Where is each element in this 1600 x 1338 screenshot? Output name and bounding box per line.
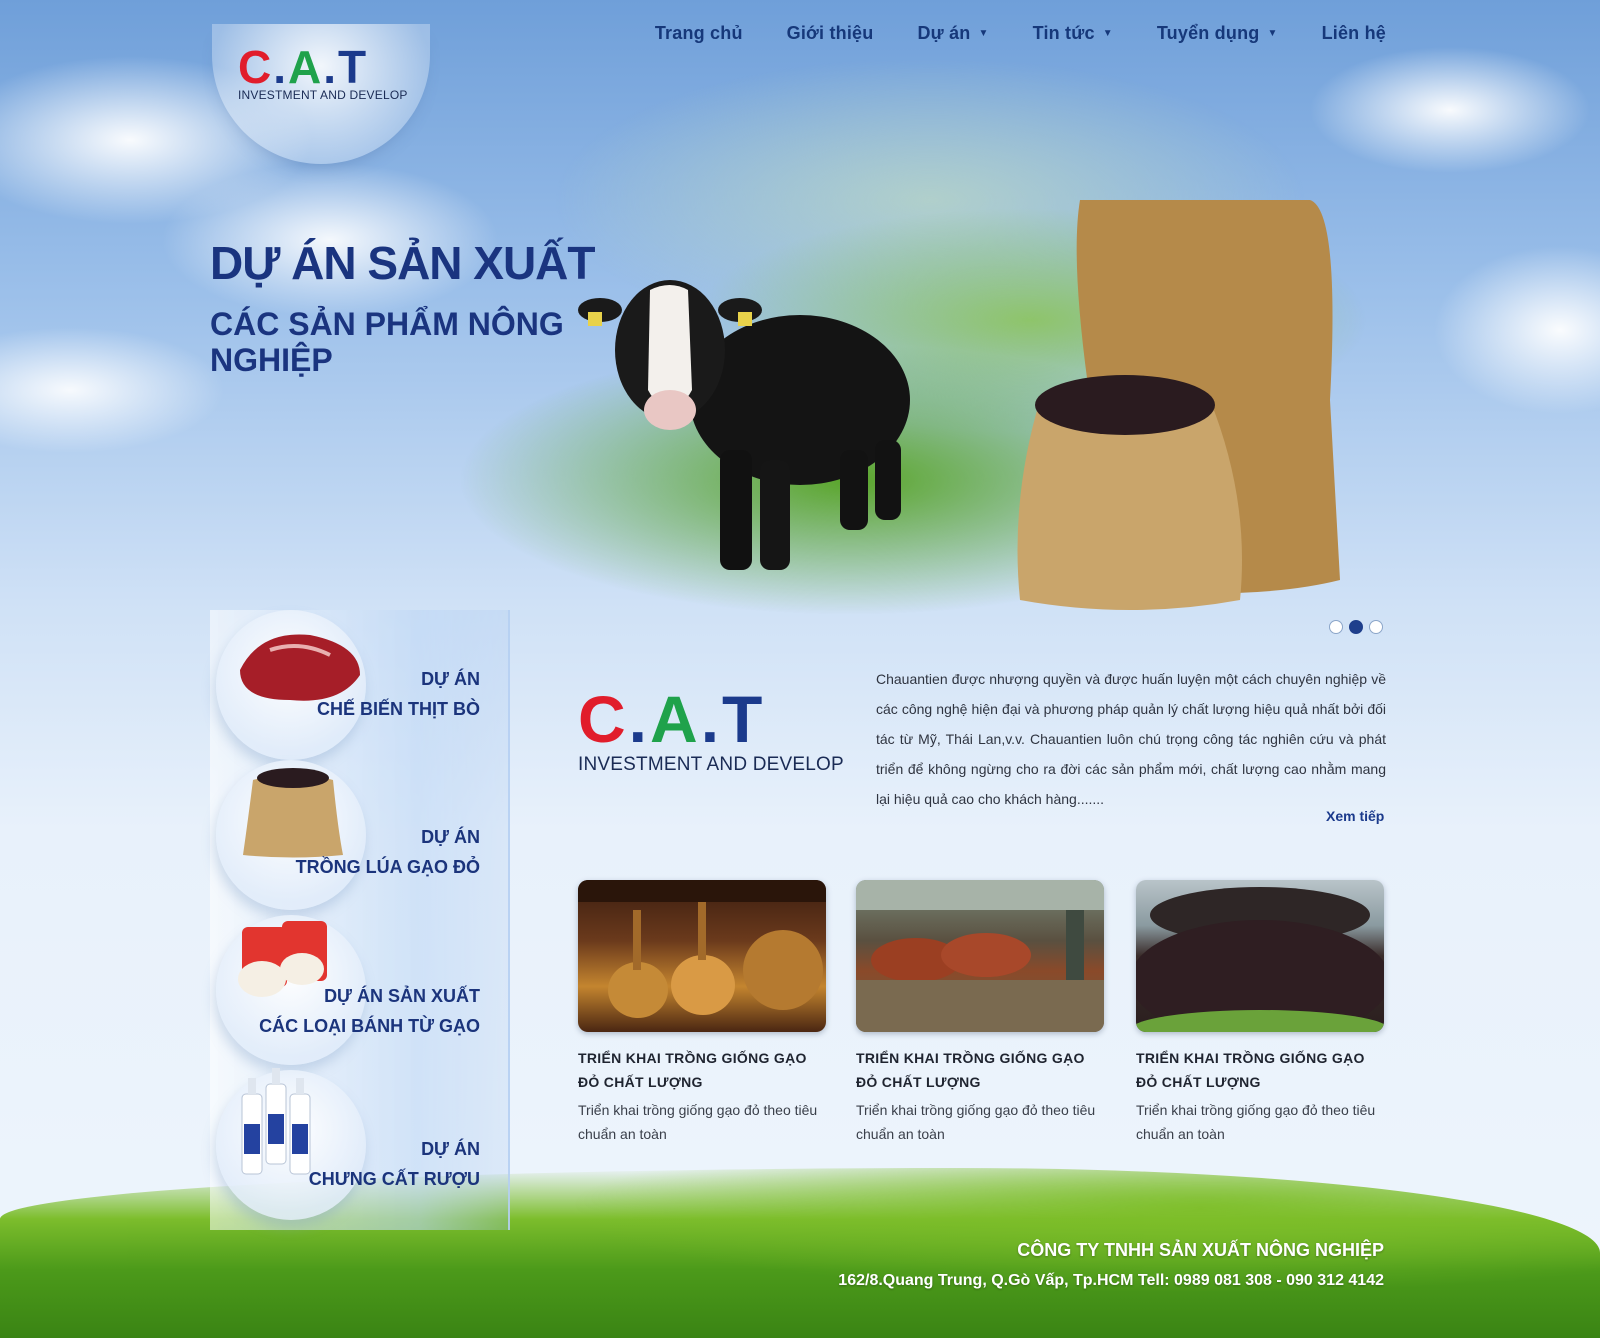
red-rice-bowl-image[interactable] (1136, 880, 1384, 1032)
sidebar-label-line1: DỰ ÁN (421, 669, 480, 689)
sidebar-item-beef-processing[interactable]: DỰ ÁN CHẾ BIẾN THỊT BÒ (210, 610, 500, 760)
card-title[interactable]: TRIỂN KHAI TRỒNG GIỐNG GẠO ĐỎ CHẤT LƯỢNG (578, 1046, 826, 1094)
logo-letter-t: T (722, 682, 766, 756)
project-sidebar: DỰ ÁN CHẾ BIẾN THỊT BÒ DỰ ÁN TRỒNG LÚA G… (210, 610, 510, 1230)
sidebar-item-label: DỰ ÁN SẢN XUẤT CÁC LOẠI BÁNH TỪ GẠO (259, 981, 480, 1041)
logo-letter-c: C (578, 682, 629, 756)
footer-address: 162/8.Quang Trung, Q.Gò Vấp, Tp.HCM Tell… (838, 1272, 1384, 1289)
distillery-image[interactable] (578, 880, 826, 1032)
chevron-down-icon: ▼ (978, 27, 989, 39)
card-title[interactable]: TRIỂN KHAI TRỒNG GIỐNG GẠO ĐỎ CHẤT LƯỢNG (1136, 1046, 1384, 1094)
hero-subtitle: CÁC SẢN PHẨM NÔNG NGHIỆP (210, 306, 564, 378)
slider-pagination (1329, 620, 1383, 634)
hero-title: DỰ ÁN SẢN XUẤT (210, 237, 596, 289)
rice-sacks-image (1017, 200, 1340, 610)
logo-tagline: INVESTMENT AND DEVELOP (578, 754, 844, 775)
sidebar-label-line2: CHƯNG CẤT RƯỢU (308, 1169, 480, 1189)
nav-item-contact[interactable]: Liên hệ (1322, 18, 1386, 48)
sidebar-label-line2: CHẾ BIẾN THỊT BÒ (316, 699, 480, 719)
news-card: TRIỂN KHAI TRỒNG GIỐNG GẠO ĐỎ CHẤT LƯỢNG… (578, 880, 826, 1146)
logo-letter-c: C (238, 41, 274, 93)
sidebar-item-liquor[interactable]: DỰ ÁN CHƯNG CẤT RƯỢU (210, 1068, 500, 1220)
sidebar-item-label: DỰ ÁN CHƯNG CẤT RƯỢU (309, 1134, 480, 1194)
logo-wordmark: C.A.T (238, 44, 408, 90)
red-rice-illustration (1136, 887, 1384, 1032)
nav-label: Dự án (917, 22, 971, 43)
liquor-bottles-icon (241, 1068, 311, 1175)
sidebar-item-label: DỰ ÁN CHẾ BIẾN THỊT BÒ (317, 664, 480, 724)
nav-item-about[interactable]: Giới thiệu (787, 18, 874, 48)
slider-dot[interactable] (1329, 620, 1343, 634)
logo-dot: . (700, 682, 723, 756)
site-logo[interactable]: C.A.T INVESTMENT AND DEVELOP (212, 24, 430, 164)
logo-letter-a: A (288, 41, 324, 93)
logo-wordmark: C.A.T (578, 686, 844, 752)
sidebar-label-line2: TRỒNG LÚA GẠO ĐỎ (295, 857, 480, 877)
sidebar-label-line2: CÁC LOẠI BÁNH TỪ GẠO (259, 1016, 480, 1036)
logo-letter-t: T (338, 41, 369, 93)
nav-item-recruitment[interactable]: Tuyển dụng ▼ (1157, 18, 1278, 48)
nav-item-news[interactable]: Tin tức ▼ (1033, 18, 1113, 48)
sidebar-label-line1: DỰ ÁN SẢN XUẤT (324, 986, 480, 1006)
cattle-barn-image[interactable] (856, 880, 1104, 1032)
nav-label: Tuyển dụng (1156, 22, 1260, 43)
cattle-barn-illustration (856, 880, 1104, 1032)
company-logo-large: C.A.T INVESTMENT AND DEVELOP (578, 686, 844, 776)
nav-label: Liên hệ (1321, 22, 1386, 43)
distillery-illustration (578, 880, 826, 1018)
intro-paragraph: Chauantien được nhượng quyền và được huấ… (876, 671, 1386, 807)
nav-item-projects[interactable]: Dự án ▼ (917, 18, 988, 48)
cow-image (578, 280, 910, 570)
sidebar-label-line1: DỰ ÁN (421, 827, 480, 847)
nav-label: Trang chủ (654, 22, 743, 43)
card-description: Triển khai trồng giống gạo đỏ theo tiêu … (856, 1102, 1096, 1142)
slider-dot-active[interactable] (1349, 620, 1363, 634)
sidebar-item-label: DỰ ÁN TRỒNG LÚA GẠO ĐỎ (296, 822, 480, 882)
main-navigation: Trang chủ Giới thiệu Dự án ▼ Tin tức ▼ Tuy… (611, 18, 1386, 48)
sidebar-label-line1: DỰ ÁN (421, 1139, 480, 1159)
chevron-down-icon: ▼ (1102, 27, 1113, 39)
card-description: Triển khai trồng giống gạo đỏ theo tiêu … (578, 1102, 818, 1142)
logo-dot: . (273, 41, 289, 93)
logo-dot: . (628, 682, 651, 756)
sidebar-item-red-rice[interactable]: DỰ ÁN TRỒNG LÚA GẠO ĐỎ (210, 760, 500, 910)
slider-dot[interactable] (1369, 620, 1383, 634)
footer-company-name: CÔNG TY TNHH SẢN XUẤT NÔNG NGHIỆP (1017, 1240, 1384, 1260)
nav-label: Giới thiệu (786, 22, 874, 43)
logo-letter-a: A (650, 682, 701, 756)
card-title[interactable]: TRIỂN KHAI TRỒNG GIỐNG GẠO ĐỎ CHẤT LƯỢNG (856, 1046, 1104, 1094)
nav-label: Tin tức (1032, 22, 1095, 43)
chevron-down-icon: ▼ (1267, 27, 1278, 39)
news-card: TRIỂN KHAI TRỒNG GIỐNG GẠO ĐỎ CHẤT LƯỢNG… (1136, 880, 1384, 1146)
read-more-link[interactable]: Xem tiếp (1326, 808, 1384, 824)
card-description: Triển khai trồng giống gạo đỏ theo tiêu … (1136, 1102, 1376, 1142)
news-card: TRIỂN KHAI TRỒNG GIỐNG GẠO ĐỎ CHẤT LƯỢNG… (856, 880, 1104, 1146)
nav-item-home[interactable]: Trang chủ (655, 18, 743, 48)
logo-dot: . (323, 41, 339, 93)
sidebar-item-rice-cakes[interactable]: DỰ ÁN SẢN XUẤT CÁC LOẠI BÁNH TỪ GẠO (210, 915, 500, 1065)
logo-tagline: INVESTMENT AND DEVELOP (238, 88, 408, 102)
